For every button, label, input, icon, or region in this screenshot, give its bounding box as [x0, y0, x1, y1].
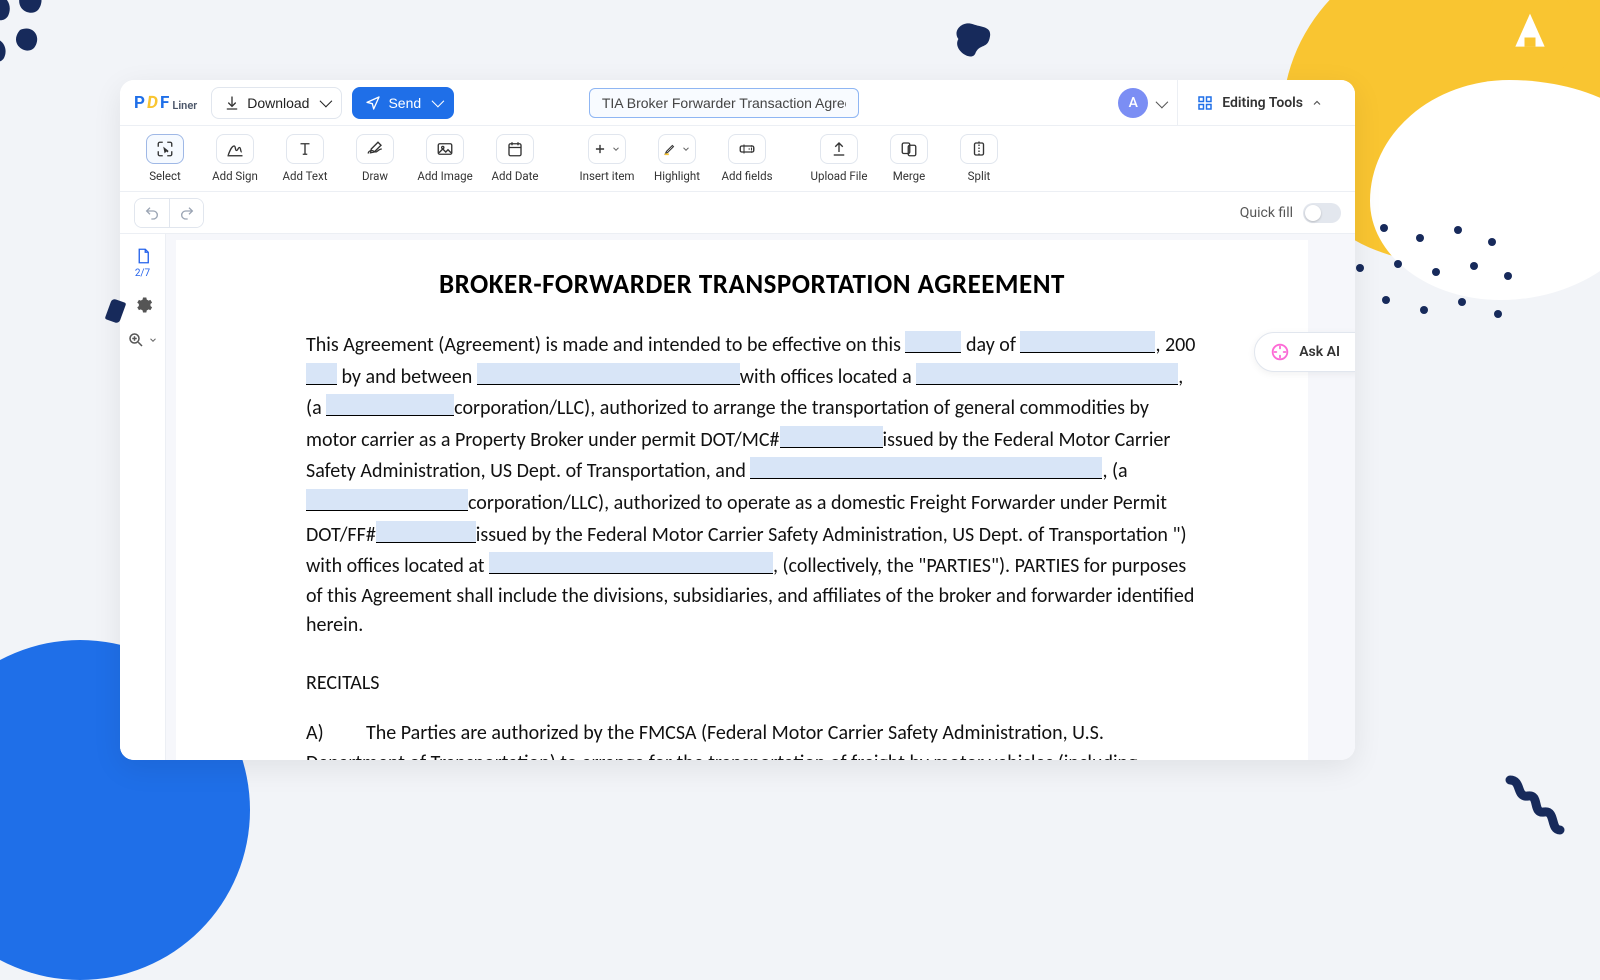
- doc-paragraph-1: This Agreement (Agreement) is made and i…: [306, 329, 1198, 641]
- text-icon: [296, 140, 314, 158]
- tool-select[interactable]: Select: [132, 131, 198, 187]
- gear-icon: [133, 295, 153, 315]
- page-icon: [134, 246, 152, 266]
- quick-fill-label: Quick fill: [1240, 205, 1293, 221]
- image-icon: [436, 140, 454, 158]
- fields-icon: [738, 140, 756, 158]
- form-field-party1-office[interactable]: [916, 363, 1178, 385]
- tool-add-image[interactable]: Add Image: [412, 131, 478, 187]
- decoration-ink-splat: [950, 20, 992, 58]
- editing-tools-label: Editing Tools: [1222, 95, 1303, 111]
- select-icon: [156, 140, 174, 158]
- editing-tools-toggle[interactable]: Editing Tools: [1177, 80, 1341, 126]
- account-menu[interactable]: A: [1118, 88, 1165, 118]
- topbar: PDFLiner Download Send A Editing Tools: [120, 80, 1355, 126]
- send-icon: [365, 95, 381, 111]
- document-title-input[interactable]: [589, 88, 859, 118]
- zoom-button[interactable]: [127, 331, 158, 349]
- download-label: Download: [247, 95, 309, 111]
- decoration-white-blob: [1370, 80, 1600, 300]
- split-icon: [970, 140, 988, 158]
- logo[interactable]: PDFLiner: [134, 93, 197, 113]
- send-button[interactable]: Send: [352, 87, 454, 119]
- tool-upload-file[interactable]: Upload File: [806, 131, 872, 187]
- undo-icon: [144, 205, 160, 221]
- decoration-brushstrokes: [0, 0, 100, 110]
- calendar-icon: [506, 140, 524, 158]
- form-field-party2-name[interactable]: [750, 457, 1102, 479]
- draw-icon: [366, 140, 384, 158]
- form-field-dot-ff[interactable]: [376, 521, 476, 543]
- ask-ai-button[interactable]: Ask AI: [1254, 332, 1355, 372]
- tool-add-text[interactable]: Add Text: [272, 131, 338, 187]
- zoom-icon: [127, 331, 145, 349]
- form-field-year[interactable]: [306, 363, 337, 385]
- doc-heading: BROKER-FORWARDER TRANSPORTATION AGREEMEN…: [306, 268, 1198, 301]
- tool-add-fields[interactable]: Add fields: [714, 131, 780, 187]
- page-thumbnails-button[interactable]: 2/7: [134, 246, 152, 279]
- quick-fill-toggle[interactable]: [1303, 203, 1341, 223]
- body: 2/7 BROKER-FORWARDER TRANSPORTATION AGRE…: [120, 234, 1355, 760]
- tool-split[interactable]: Split: [946, 131, 1012, 187]
- chevron-down-icon: [148, 335, 158, 345]
- pdf-editor-app: PDFLiner Download Send A Editing Tools: [120, 80, 1355, 760]
- form-field-party1-state[interactable]: [326, 394, 454, 416]
- recitals-heading: RECITALS: [306, 671, 1198, 695]
- document-viewport[interactable]: BROKER-FORWARDER TRANSPORTATION AGREEMEN…: [166, 234, 1355, 760]
- download-button[interactable]: Download: [211, 87, 342, 119]
- editing-tools-icon: [1196, 94, 1214, 112]
- tool-add-sign[interactable]: Add Sign: [202, 131, 268, 187]
- redo-button[interactable]: [169, 199, 203, 227]
- form-field-party2-state[interactable]: [306, 489, 468, 511]
- download-icon: [224, 95, 240, 111]
- signature-icon: [226, 140, 244, 158]
- undo-button[interactable]: [135, 199, 169, 227]
- merge-icon: [900, 140, 918, 158]
- chevron-down-icon: [681, 144, 691, 154]
- send-label: Send: [388, 95, 421, 111]
- decoration-app-badge: [1490, 0, 1570, 72]
- subbar: Quick fill: [120, 192, 1355, 234]
- toolbar: Select Add Sign Add Text Draw Add Image …: [120, 126, 1355, 192]
- decoration-dots: [1340, 220, 1520, 340]
- redo-icon: [179, 205, 195, 221]
- form-field-dot-mc[interactable]: [780, 426, 883, 448]
- form-field-party1-name[interactable]: [477, 363, 740, 385]
- tool-highlight[interactable]: Highlight: [644, 131, 710, 187]
- decoration-zigzag: [1500, 770, 1570, 840]
- ai-sparkle-icon: [1269, 341, 1291, 363]
- plus-icon: [593, 142, 607, 156]
- form-field-party2-office[interactable]: [489, 552, 773, 574]
- tool-draw[interactable]: Draw: [342, 131, 408, 187]
- chevron-up-icon: [1311, 97, 1323, 109]
- tool-add-date[interactable]: Add Date: [482, 131, 548, 187]
- avatar: A: [1118, 88, 1148, 118]
- document-page: BROKER-FORWARDER TRANSPORTATION AGREEMEN…: [176, 240, 1308, 760]
- tool-insert-item[interactable]: Insert item: [574, 131, 640, 187]
- form-field-day[interactable]: [905, 331, 961, 353]
- upload-icon: [830, 140, 848, 158]
- form-field-month[interactable]: [1020, 331, 1155, 353]
- settings-button[interactable]: [133, 295, 153, 315]
- tool-merge[interactable]: Merge: [876, 131, 942, 187]
- doc-recital-a: A)The Parties are authorized by the FMCS…: [306, 719, 1198, 760]
- chevron-down-icon: [611, 144, 621, 154]
- left-rail: 2/7: [120, 234, 166, 760]
- highlight-icon: [663, 142, 677, 156]
